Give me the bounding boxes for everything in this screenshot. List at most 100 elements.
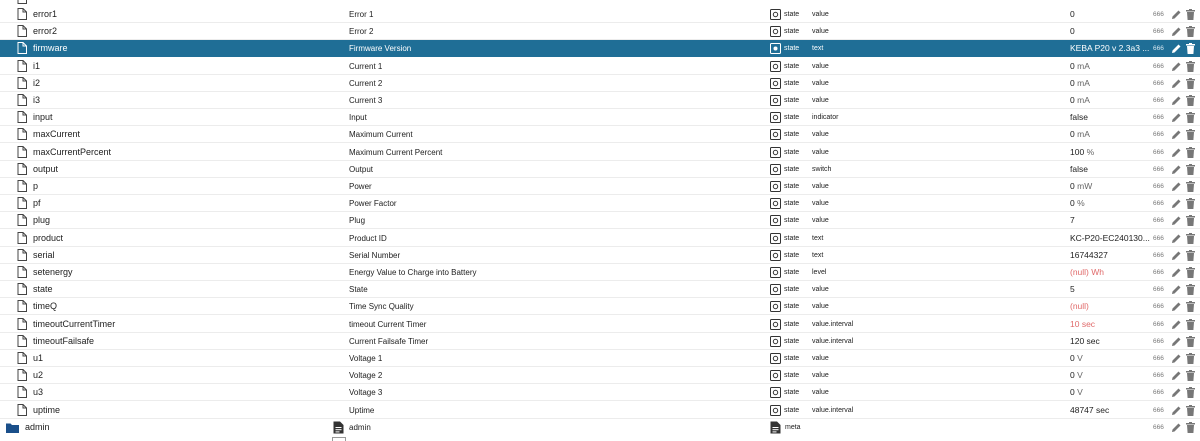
pencil-icon[interactable] — [1171, 147, 1182, 158]
pencil-icon[interactable] — [1171, 181, 1182, 192]
trash-icon[interactable] — [1186, 95, 1195, 106]
pencil-icon[interactable] — [1171, 387, 1182, 398]
object-row-i2[interactable]: i2 Current 2 state value 0 mA 666 — [0, 75, 1200, 92]
trash-icon[interactable] — [1186, 301, 1195, 313]
object-value[interactable]: 120 sec — [1070, 333, 1150, 350]
object-value[interactable]: 0 mA — [1070, 58, 1150, 75]
pencil-icon[interactable] — [1171, 370, 1182, 381]
trash-icon[interactable] — [1186, 249, 1195, 261]
pencil-icon[interactable] — [1171, 95, 1182, 106]
folder-icon[interactable] — [6, 422, 19, 433]
object-value[interactable]: 0 mA — [1070, 75, 1150, 92]
trash-icon[interactable] — [1186, 335, 1195, 347]
pencil-icon[interactable] — [1171, 112, 1182, 123]
object-row-pf[interactable]: pf Power Factor state value 0 % 666 — [0, 195, 1200, 213]
object-row-error2[interactable]: error2 Error 2 state value 0 666 — [0, 23, 1200, 41]
pencil-icon[interactable] — [1171, 353, 1182, 364]
object-row-i1[interactable]: i1 Current 1 state value 0 mA 666 — [0, 58, 1200, 75]
pencil-icon[interactable] — [1171, 233, 1182, 244]
object-value[interactable]: false — [1070, 109, 1150, 126]
trash-icon[interactable] — [1186, 112, 1195, 124]
trash-icon[interactable] — [1186, 267, 1195, 278]
object-row-timeoutFailsafe[interactable]: timeoutFailsafe Current Failsafe Timer sta… — [0, 333, 1200, 350]
object-value[interactable]: (null) — [1070, 298, 1150, 315]
pencil-icon[interactable] — [1171, 129, 1182, 140]
object-row-firmware[interactable]: firmware Firmware Version state text KEBA P2… — [0, 40, 1200, 58]
trash-icon[interactable] — [1186, 318, 1195, 330]
pencil-icon[interactable] — [1171, 250, 1182, 261]
trash-icon[interactable] — [1186, 387, 1195, 399]
object-row-state[interactable]: state State state value 5 666 — [0, 281, 1200, 299]
object-row-timeoutCurrentTimer[interactable]: timeoutCurrentTimer timeout Current Timer… — [0, 316, 1200, 333]
object-row-u1[interactable]: u1 Voltage 1 state value 0 V 666 — [0, 350, 1200, 367]
object-row-maxCurrent[interactable]: maxCurrent Maximum Current state value 0 mA 6… — [0, 126, 1200, 144]
trash-icon[interactable] — [1186, 43, 1195, 55]
trash-icon[interactable] — [1186, 181, 1195, 192]
pencil-icon[interactable] — [1171, 9, 1182, 20]
object-row-input[interactable]: input Input state indicator false 666 — [0, 109, 1200, 127]
object-value[interactable]: 0 V — [1070, 384, 1150, 401]
object-row-product[interactable]: product Product ID state text KC-P20-EC24013… — [0, 230, 1200, 247]
object-value[interactable]: 0 V — [1070, 367, 1150, 384]
pencil-icon[interactable] — [1171, 284, 1182, 295]
object-value[interactable]: 0 mW — [1070, 178, 1150, 195]
trash-icon[interactable] — [1186, 232, 1195, 244]
object-row-plug[interactable]: plug Plug state value 7 666 — [0, 212, 1200, 230]
object-value[interactable]: false — [1070, 161, 1150, 178]
pencil-icon[interactable] — [1171, 405, 1182, 416]
trash-icon[interactable] — [1186, 215, 1195, 227]
object-row-setenergy[interactable]: setenergy Energy Value to Charge into Bat… — [0, 264, 1200, 281]
trash-icon[interactable] — [1186, 284, 1195, 296]
object-row-output[interactable]: output Output state switch false 666 — [0, 161, 1200, 178]
pencil-icon[interactable] — [1171, 78, 1182, 89]
pencil-icon[interactable] — [1171, 26, 1182, 37]
object-row-i3[interactable]: i3 Current 3 state value 0 mA 666 — [0, 92, 1200, 109]
object-row-uptime[interactable]: uptime Uptime state value.interval 48747 sec… — [0, 402, 1200, 419]
object-value[interactable]: 10 sec — [1070, 316, 1150, 333]
pencil-icon[interactable] — [1171, 198, 1182, 209]
trash-icon[interactable] — [1186, 129, 1195, 141]
object-row-serial[interactable]: serial Serial Number state text 16744327 666 — [0, 247, 1200, 264]
trash-icon[interactable] — [1186, 146, 1195, 158]
object-value[interactable]: 100 % — [1070, 144, 1150, 161]
pencil-icon[interactable] — [1171, 319, 1182, 330]
object-value[interactable]: 0 % — [1070, 195, 1150, 212]
trash-icon[interactable] — [1186, 421, 1195, 433]
trash-icon[interactable] — [1186, 198, 1195, 210]
trash-icon[interactable] — [1186, 60, 1195, 72]
object-value[interactable]: 5 — [1070, 281, 1150, 298]
pencil-icon[interactable] — [1171, 215, 1182, 226]
pencil-icon[interactable] — [1171, 336, 1182, 347]
folder-row-admin[interactable]: admin admin meta 666 — [0, 419, 1200, 436]
pencil-icon[interactable] — [1171, 61, 1182, 72]
object-row-timeQ[interactable]: timeQ Time Sync Quality state value (null) 66… — [0, 298, 1200, 316]
pencil-icon[interactable] — [1171, 267, 1182, 278]
object-row-u2[interactable]: u2 Voltage 2 state value 0 V 666 — [0, 367, 1200, 385]
pencil-icon[interactable] — [1171, 422, 1182, 433]
object-value[interactable]: KC-P20-EC240130... — [1070, 230, 1150, 247]
trash-icon[interactable] — [1186, 163, 1195, 175]
object-value[interactable]: 0 mA — [1070, 126, 1150, 143]
object-value[interactable]: KEBA P20 v 2.3a3 ... — [1070, 40, 1150, 57]
object-row-maxCurrentPercent[interactable]: maxCurrentPercent Maximum Current Percent… — [0, 144, 1200, 161]
object-row-u3[interactable]: u3 Voltage 3 state value 0 V 666 — [0, 384, 1200, 402]
trash-icon[interactable] — [1186, 404, 1195, 416]
object-row-p[interactable]: p Power state value 0 mW 666 — [0, 178, 1200, 195]
object-value[interactable]: 0 mA — [1070, 92, 1150, 109]
trash-icon[interactable] — [1186, 370, 1195, 382]
trash-icon[interactable] — [1186, 77, 1195, 89]
object-value[interactable]: 7 — [1070, 212, 1150, 229]
object-value[interactable]: 48747 sec — [1070, 402, 1150, 419]
trash-icon[interactable] — [1186, 353, 1195, 364]
object-value[interactable]: 0 V — [1070, 350, 1150, 367]
pencil-icon[interactable] — [1171, 43, 1182, 54]
pencil-icon[interactable] — [1171, 164, 1182, 175]
object-row-error1[interactable]: error1 Error 1 state value 0 666 — [0, 6, 1200, 23]
object-value[interactable]: 16744327 — [1070, 247, 1150, 264]
trash-icon[interactable] — [1186, 26, 1195, 38]
object-value[interactable]: 0 — [1070, 6, 1150, 23]
object-value[interactable]: 0 — [1070, 23, 1150, 40]
object-value[interactable]: (null) Wh — [1070, 264, 1150, 281]
trash-icon[interactable] — [1186, 9, 1195, 20]
pencil-icon[interactable] — [1171, 301, 1182, 312]
